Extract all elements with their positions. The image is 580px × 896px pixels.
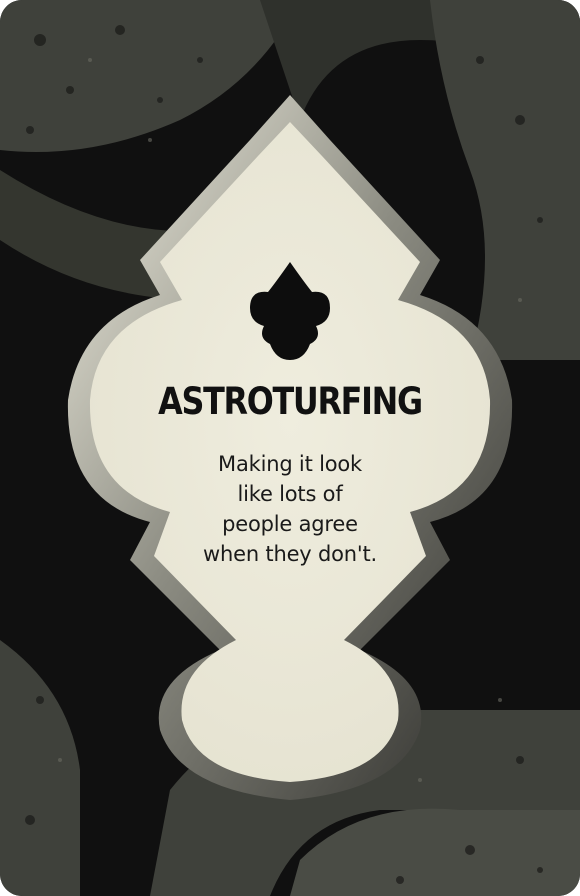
card-artwork (0, 0, 580, 896)
description-line: like lots of (237, 482, 343, 506)
card-title: ASTROTURFING (158, 380, 423, 423)
description-line: when they don't. (203, 542, 377, 566)
card-description: Making it look like lots of people agree… (140, 449, 440, 569)
description-line: people agree (222, 512, 358, 536)
description-line: Making it look (218, 452, 362, 476)
astroturfing-card[interactable]: ASTROTURFING Making it look like lots of… (0, 0, 580, 896)
